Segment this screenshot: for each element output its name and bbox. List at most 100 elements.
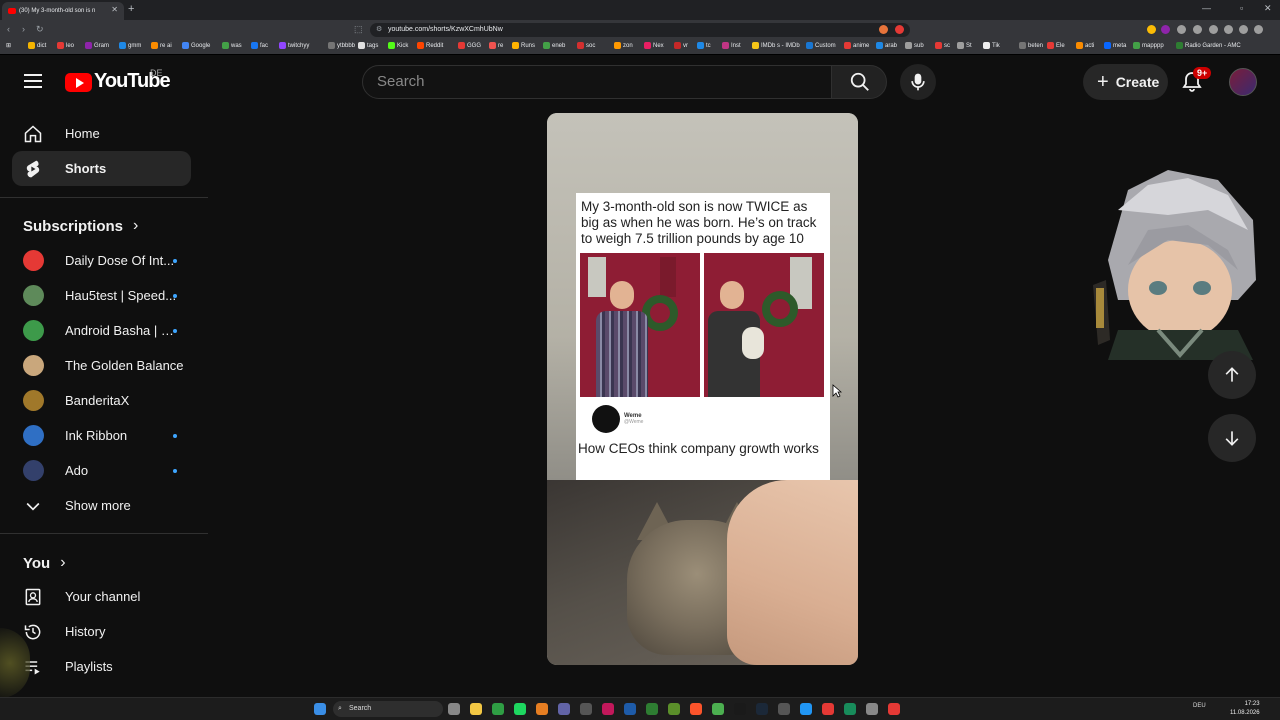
search-input[interactable]: Search: [362, 65, 832, 99]
hamburger-menu-icon[interactable]: [24, 74, 42, 88]
bookmark-item[interactable]: Gram: [85, 42, 109, 49]
language-indicator[interactable]: DEU: [1193, 703, 1206, 709]
vivaldi-icon[interactable]: [888, 703, 900, 715]
site-info-icon[interactable]: ⚙: [376, 23, 382, 37]
maximize-icon[interactable]: ▫: [1240, 3, 1243, 13]
subscription-item[interactable]: Android Basha | …: [12, 313, 191, 348]
bookmark-item[interactable]: Tik: [983, 42, 1000, 49]
bookmark-item[interactable]: beten: [1019, 42, 1043, 49]
account-avatar[interactable]: [1229, 68, 1257, 96]
bookmark-item[interactable]: arab: [876, 42, 897, 49]
bookmark-item[interactable]: anime: [844, 42, 869, 49]
you-heading[interactable]: You ›: [23, 554, 66, 572]
subscription-item[interactable]: Ink Ribbon: [12, 418, 191, 453]
show-more-button[interactable]: Show more: [12, 488, 191, 523]
subscription-item[interactable]: BanderitaX: [12, 383, 191, 418]
bookmark-item[interactable]: was: [222, 42, 242, 49]
apps-grid-icon[interactable]: ⊞: [6, 42, 11, 49]
sidebar-item-your-channel[interactable]: Your channel: [12, 579, 191, 614]
app-icon[interactable]: [602, 703, 614, 715]
bookmark-item[interactable]: re ai: [151, 42, 172, 49]
app-icon[interactable]: [668, 703, 680, 715]
brave-icon[interactable]: [690, 703, 702, 715]
url-field[interactable]: ⚙ youtube.com/shorts/KzwXCmhUbNw: [370, 23, 910, 37]
app-icon[interactable]: [844, 703, 856, 715]
bookmark-item[interactable]: fac: [251, 42, 268, 49]
new-tab-icon[interactable]: +: [128, 3, 134, 15]
bookmark-item[interactable]: Kick: [388, 42, 408, 49]
subscription-item[interactable]: Ado: [12, 453, 191, 488]
bookmark-item[interactable]: zon: [614, 42, 633, 49]
sidebar-item-history[interactable]: History: [12, 614, 191, 649]
bookmark-item[interactable]: re: [489, 42, 503, 49]
bookmark-item[interactable]: IMDb s - IMDb: [752, 42, 800, 49]
shorts-video-player[interactable]: My 3-month-old son is now TWICE as big a…: [547, 113, 858, 665]
app-icon[interactable]: [800, 703, 812, 715]
back-icon[interactable]: ‹: [7, 24, 10, 34]
wallet-icon[interactable]: [1224, 25, 1233, 34]
bookmark-item[interactable]: leo: [57, 42, 74, 49]
sidebar-item-shorts[interactable]: Shorts: [12, 151, 191, 186]
bookmark-item[interactable]: Ele: [1047, 42, 1065, 49]
bookmark-item[interactable]: gmm: [119, 42, 141, 49]
create-button[interactable]: + Create: [1083, 64, 1168, 100]
bookmark-item[interactable]: tc: [697, 42, 711, 49]
file-explorer-icon[interactable]: [470, 703, 482, 715]
app-icon[interactable]: [646, 703, 658, 715]
bookmark-item[interactable]: soc: [577, 42, 595, 49]
sidebar-toggle-icon[interactable]: [1209, 25, 1218, 34]
reload-icon[interactable]: ↻: [36, 24, 44, 35]
taskbar-search[interactable]: ⌕ Search: [333, 701, 443, 717]
bookmark-item[interactable]: sc: [935, 42, 950, 49]
bookmark-item[interactable]: eneb: [543, 42, 565, 49]
bookmark-item[interactable]: Google: [182, 42, 210, 49]
subscription-item[interactable]: Hau5test | Speed...: [12, 278, 191, 313]
bookmark-item[interactable]: ytbbbb: [328, 42, 355, 49]
minimize-icon[interactable]: —: [1202, 3, 1211, 13]
tab-close-icon[interactable]: ✕: [111, 5, 118, 14]
sidebar-item-playlists[interactable]: Playlists: [12, 649, 191, 684]
previous-short-button[interactable]: [1208, 351, 1256, 399]
vpn-icon[interactable]: [1239, 25, 1248, 34]
windows-start-icon[interactable]: [314, 703, 326, 715]
extension-icon[interactable]: [1161, 25, 1170, 34]
browser-tab[interactable]: (30) My 3-month-old son is n ✕: [2, 2, 124, 20]
extension-icon[interactable]: [1177, 25, 1186, 34]
bookmark-item[interactable]: tags: [358, 42, 378, 49]
app-icon[interactable]: [778, 703, 790, 715]
bookmark-item[interactable]: twitchyy: [279, 42, 309, 49]
media-player-icon[interactable]: [580, 703, 592, 715]
photoshop-icon[interactable]: [624, 703, 636, 715]
extensions-puzzle-icon[interactable]: [1193, 25, 1202, 34]
next-short-button[interactable]: [1208, 414, 1256, 462]
bookmark-item[interactable]: acti: [1076, 42, 1094, 49]
bookmark-item[interactable]: sub: [905, 42, 924, 49]
bookmark-item[interactable]: Custom: [806, 42, 836, 49]
subscription-item[interactable]: The Golden Balance: [12, 348, 191, 383]
bookmark-item[interactable]: Inst: [722, 42, 741, 49]
bookmark-item[interactable]: GGG: [458, 42, 481, 49]
excel-icon[interactable]: [492, 703, 504, 715]
widgets-icon[interactable]: [448, 703, 460, 715]
bookmark-item[interactable]: Runs: [512, 42, 535, 49]
taskbar-clock[interactable]: 17:23 11.08.2026: [1230, 700, 1260, 718]
steam-icon[interactable]: [756, 703, 768, 715]
calculator-icon[interactable]: [514, 703, 526, 715]
search-button[interactable]: [831, 65, 887, 99]
spotify-icon[interactable]: [536, 703, 548, 715]
bookmark-item[interactable]: Reddit: [417, 42, 443, 49]
bookmark-item[interactable]: Radio Garden - AMC: [1176, 42, 1241, 49]
bookmark-item[interactable]: meta: [1104, 42, 1126, 49]
sidebar-item-home[interactable]: Home: [12, 116, 191, 151]
forward-icon[interactable]: ›: [22, 24, 25, 34]
subscriptions-heading[interactable]: Subscriptions ›: [23, 217, 138, 235]
bookmark-page-icon[interactable]: ⬚: [354, 24, 363, 35]
opera-icon[interactable]: [822, 703, 834, 715]
subscription-item[interactable]: Daily Dose Of Int...: [12, 243, 191, 278]
app-icon[interactable]: [712, 703, 724, 715]
window-close-icon[interactable]: ✕: [1264, 3, 1272, 14]
brave-shield-icon[interactable]: [879, 25, 888, 34]
voice-search-button[interactable]: [900, 64, 936, 100]
bookmark-item[interactable]: Nex: [644, 42, 664, 49]
bookmark-item[interactable]: mapppp: [1133, 42, 1164, 49]
